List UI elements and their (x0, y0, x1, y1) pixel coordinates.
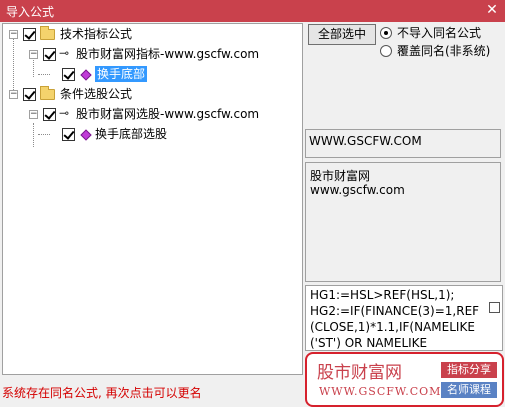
folder-icon (40, 26, 55, 40)
checkbox-indicator-formulas[interactable] (23, 28, 36, 41)
tree-label: 条件选股公式 (60, 87, 133, 101)
radio-button-selected[interactable] (380, 27, 392, 39)
checkbox-gscfw-screening[interactable] (43, 108, 56, 121)
folder-icon (40, 86, 55, 100)
collapse-icon[interactable]: − (9, 90, 18, 99)
tree-node-stock-screening[interactable]: − 条件选股公式 (3, 86, 293, 102)
collapse-icon[interactable]: − (9, 30, 18, 39)
key-icon: ⊸ (59, 106, 70, 120)
tree-label: 股市财富网指标-www.gscfw.com (76, 47, 260, 61)
checkbox-huanshou-dibu[interactable] (62, 68, 75, 81)
tree-label: 股市财富网选股-www.gscfw.com (76, 107, 260, 121)
code-line: ('ST') OR NAMELIKE (310, 336, 428, 350)
collapse-icon[interactable]: − (29, 50, 38, 59)
tree-node-huanshou-dibu[interactable]: 换手底部 (3, 66, 293, 82)
checkbox-huanshou-dibu-xuangu[interactable] (62, 128, 75, 141)
code-line: (CLOSE,1)*1.1,IF(NAMELIKE (310, 320, 475, 334)
status-message: 系统存在同名公式, 再次点击可以更名 (2, 386, 202, 400)
tree-node-gscfw-screening[interactable]: − ⊸ 股市财富网选股-www.gscfw.com (3, 106, 293, 122)
radio-button[interactable] (380, 45, 392, 57)
close-icon[interactable]: ✕ (484, 1, 500, 19)
checkbox-stock-screening[interactable] (23, 88, 36, 101)
description-line: 股市财富网 (310, 169, 371, 183)
tree-label-selected: 换手底部 (95, 66, 148, 82)
title-bar: 导入公式 ✕ (0, 0, 505, 22)
tree-node-huanshou-dibu-xuangu[interactable]: 换手底部选股 (3, 126, 293, 142)
description-line: www.gscfw.com (310, 183, 405, 197)
watermark-tag-course: 名师课程 (441, 382, 497, 398)
watermark-tag-share: 指标分享 (441, 362, 497, 378)
watermark-logo: 股市财富网 WWW.GSCFW.COM 指标分享 名师课程 (305, 352, 504, 407)
radio-overwrite-duplicates[interactable]: 覆盖同名(非系统) (380, 44, 502, 58)
code-line: HG1:=HSL>REF(HSL,1); (310, 288, 455, 302)
tree-label: 换手底部选股 (95, 127, 168, 141)
formula-icon (80, 129, 92, 141)
window-title: 导入公式 (6, 5, 55, 19)
code-checkbox[interactable] (489, 302, 500, 313)
formula-code-box[interactable]: HG1:=HSL>REF(HSL,1); HG2:=IF(FINANCE(3)=… (305, 285, 503, 351)
radio-label: 不导入同名公式 (397, 26, 482, 40)
tree-node-indicator-formulas[interactable]: − 技术指标公式 (3, 26, 293, 42)
radio-label: 覆盖同名(非系统) (397, 44, 491, 58)
key-icon: ⊸ (59, 46, 70, 60)
tree-node-gscfw-indicator[interactable]: − ⊸ 股市财富网指标-www.gscfw.com (3, 46, 293, 62)
collapse-icon[interactable]: − (29, 110, 38, 119)
formula-tree[interactable]: − 技术指标公式 − ⊸ 股市财富网指标-www.gscfw.com 换手底部 … (2, 23, 303, 375)
url-box: WWW.GSCFW.COM (305, 129, 501, 158)
checkbox-gscfw-indicator[interactable] (43, 48, 56, 61)
tree-label: 技术指标公式 (60, 27, 133, 41)
code-line: HG2:=IF(FINANCE(3)=1,REF (310, 304, 480, 318)
url-text: WWW.GSCFW.COM (309, 134, 422, 148)
formula-icon (80, 69, 92, 81)
select-all-button[interactable]: 全部选中 (308, 24, 376, 45)
description-box: 股市财富网 www.gscfw.com (305, 162, 501, 282)
watermark-brand: 股市财富网 (317, 363, 402, 383)
watermark-site: WWW.GSCFW.COM (319, 385, 442, 398)
radio-skip-duplicates[interactable]: 不导入同名公式 (380, 26, 502, 40)
